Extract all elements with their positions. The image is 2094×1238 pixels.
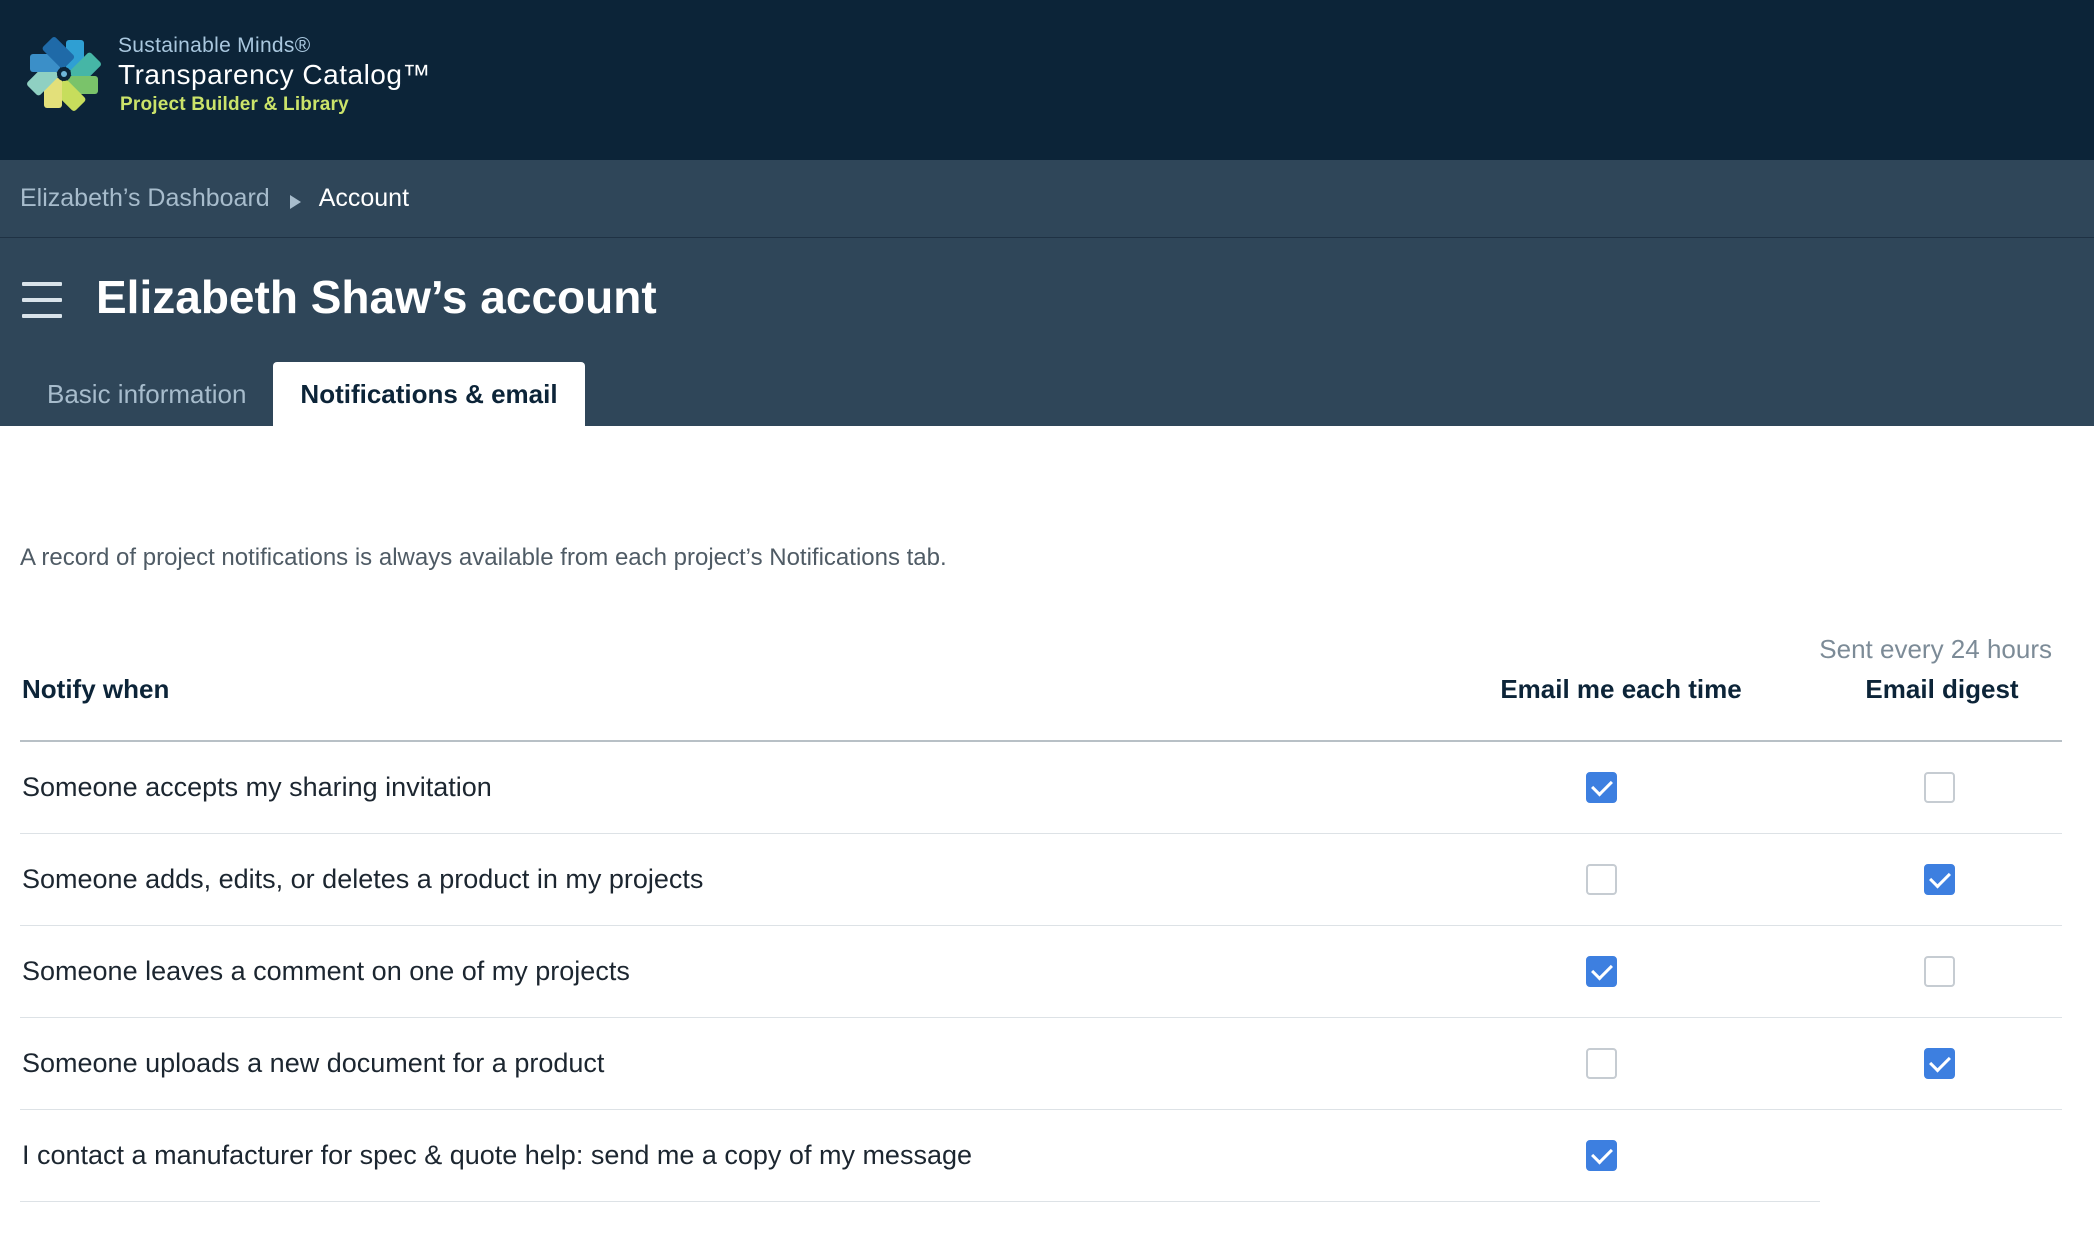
email-each-checkbox[interactable] — [1586, 772, 1617, 803]
table-header: Notify when Email me each time Email dig… — [20, 674, 2062, 742]
hamburger-menu-icon[interactable] — [22, 282, 62, 318]
intro-text: A record of project notifications is alw… — [20, 544, 947, 571]
pinwheel-logo-icon — [27, 37, 101, 111]
account-tabs: Basic information Notifications & email — [20, 362, 585, 426]
top-header: Sustainable Minds® Transparency Catalog™… — [0, 0, 2094, 160]
breadcrumb-dashboard-link[interactable]: Elizabeth’s Dashboard — [20, 184, 270, 213]
column-header-email-each: Email me each time — [1500, 674, 1742, 704]
row-label: Someone accepts my sharing invitation — [22, 772, 492, 802]
digest-frequency-note: Sent every 24 hours — [1819, 634, 2052, 664]
column-header-email-digest: Email digest — [1865, 674, 2019, 704]
brand-logo[interactable]: Sustainable Minds® Transparency Catalog™… — [24, 34, 431, 114]
tab-basic-information[interactable]: Basic information — [20, 362, 273, 426]
page-title: Elizabeth Shaw’s account — [96, 271, 657, 323]
table-row: Someone adds, edits, or deletes a produc… — [20, 834, 2062, 926]
triangle-right-icon — [289, 194, 301, 209]
email-digest-checkbox[interactable] — [1924, 772, 1955, 803]
breadcrumb: Elizabeth’s Dashboard Account — [0, 160, 2094, 238]
email-each-checkbox[interactable] — [1586, 956, 1617, 987]
tab-notifications-email[interactable]: Notifications & email — [273, 362, 585, 426]
email-digest-checkbox[interactable] — [1924, 864, 1955, 895]
table-row: Someone accepts my sharing invitation — [20, 742, 2062, 834]
email-each-checkbox[interactable] — [1586, 1048, 1617, 1079]
breadcrumb-current: Account — [318, 184, 410, 212]
table-row: I contact a manufacturer for spec & quot… — [20, 1110, 1820, 1202]
table-row: Someone leaves a comment on one of my pr… — [20, 926, 2062, 1018]
email-digest-checkbox[interactable] — [1924, 1048, 1955, 1079]
email-each-checkbox[interactable] — [1586, 1140, 1617, 1171]
brand-tagline: Project Builder & Library — [120, 93, 349, 115]
table-row: Someone uploads a new document for a pro… — [20, 1018, 2062, 1110]
email-each-checkbox[interactable] — [1586, 864, 1617, 895]
account-header: Elizabeth Shaw’s account Basic informati… — [0, 238, 2094, 426]
row-label: Someone uploads a new document for a pro… — [22, 1048, 605, 1078]
brand-product-name: Transparency Catalog™ — [118, 58, 431, 90]
column-header-notify-when: Notify when — [22, 674, 170, 704]
brand-company-name: Sustainable Minds® — [118, 33, 311, 57]
row-label: Someone leaves a comment on one of my pr… — [22, 956, 630, 986]
row-label: Someone adds, edits, or deletes a produc… — [22, 864, 704, 894]
row-label: I contact a manufacturer for spec & quot… — [22, 1140, 972, 1170]
email-digest-checkbox[interactable] — [1924, 956, 1955, 987]
